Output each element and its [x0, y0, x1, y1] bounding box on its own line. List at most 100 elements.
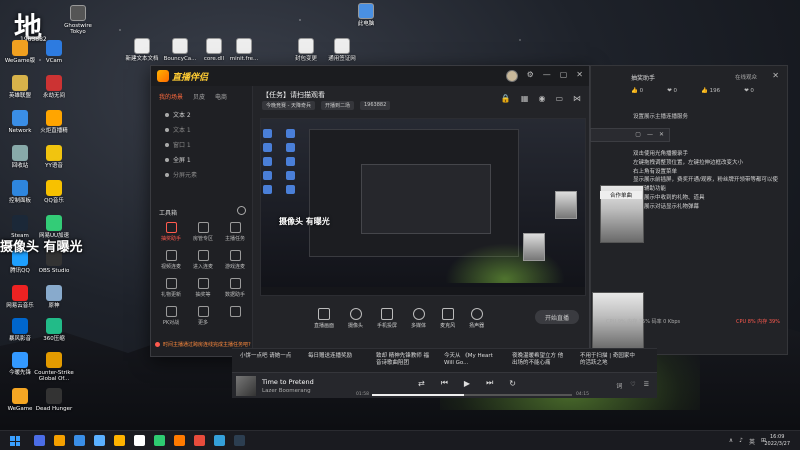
close-icon[interactable]: ✕	[659, 131, 664, 139]
shuffle-icon[interactable]: ⇄	[418, 379, 425, 388]
tool-item[interactable]: 进入连麦	[187, 250, 219, 270]
lock-icon[interactable]: 🔒	[501, 94, 511, 103]
progress-bar[interactable]	[372, 394, 572, 396]
tool-item[interactable]: 房管专区	[187, 222, 219, 242]
tab-2[interactable]: 电商	[215, 92, 227, 101]
settings-icon[interactable]: ⚙	[527, 70, 534, 82]
visibility-icon[interactable]	[165, 142, 169, 147]
maximize-icon[interactable]: ▢	[560, 70, 568, 82]
player-extra-icon[interactable]: 词	[616, 381, 622, 390]
scene-item[interactable]: 分屏元素	[151, 167, 252, 182]
scene-item[interactable]: 窗口 1	[151, 137, 252, 152]
desktop-icon[interactable]: Dead Hunger	[34, 388, 74, 412]
minimize-icon[interactable]: —	[543, 70, 551, 82]
next-icon[interactable]: ⏭	[486, 378, 493, 388]
desktop-icon[interactable]: YY语音	[34, 145, 74, 169]
source-control[interactable]: 麦克风	[440, 308, 455, 329]
photo-caption: 合作单曲	[600, 191, 642, 199]
taskbar-app-icon[interactable]	[34, 435, 45, 446]
stream-main: 【任务】请扫描观看 今晚竞赛 - 天降奇兵 开播到二场 1963882 🔒 ▦ ◉ …	[254, 86, 589, 356]
avatar[interactable]	[505, 70, 518, 82]
taskbar-app-icon[interactable]	[74, 435, 85, 446]
taskbar-app-icon[interactable]	[234, 435, 245, 446]
minimize-icon[interactable]: —	[647, 131, 653, 139]
taskbar-app-icon[interactable]	[94, 435, 105, 446]
source-control[interactable]: 多媒体	[411, 308, 426, 329]
desktop-icon[interactable]: 封包变更	[286, 38, 326, 62]
player-extra-icon[interactable]: ☰	[644, 381, 649, 390]
repeat-icon[interactable]: ↻	[509, 379, 516, 388]
desktop-icon[interactable]: 永劫无间	[34, 75, 74, 99]
source-control[interactable]: 手机投屏	[377, 308, 397, 329]
close-icon[interactable]: ✕	[772, 71, 779, 80]
stream-preview[interactable]: 摄像头 有曝光	[260, 118, 586, 296]
tray-icon[interactable]: ∧	[729, 437, 733, 446]
tab-1[interactable]: 贝皮	[193, 92, 205, 101]
source-control[interactable]: 扬声器	[469, 308, 484, 329]
visibility-icon[interactable]	[165, 112, 169, 117]
control-label: 多媒体	[411, 323, 427, 329]
scene-item[interactable]: 文本 2	[151, 107, 252, 122]
room-title[interactable]: 【任务】请扫描观看	[262, 90, 325, 100]
visibility-icon[interactable]	[165, 172, 169, 177]
taskbar-app-icon[interactable]	[194, 435, 205, 446]
tab-0[interactable]: 我的场景	[159, 92, 183, 101]
desktop-icon[interactable]: Counter-Strike Global Of...	[34, 352, 74, 383]
tool-item[interactable]: 数据助手	[219, 278, 251, 298]
tool-item[interactable]: 抽奖等	[187, 278, 219, 298]
sidebar-notice[interactable]: 时间主播通过跨房连线完成主播任务吧?	[155, 341, 251, 348]
visibility-icon[interactable]	[165, 127, 169, 132]
play-icon[interactable]: ▶	[464, 379, 470, 388]
tool-item[interactable]: 游戏连麦	[219, 250, 251, 270]
streaming-app-window[interactable]: 直播伴侣 ⚙ — ▢ ✕ 我的场景 贝皮 电商 文本 2 文本 1 窗口 1 全屏 1 分屏…	[150, 65, 590, 357]
scene-item[interactable]: 全屏 1	[151, 152, 252, 167]
restore-icon[interactable]: ▢	[635, 131, 641, 139]
tool-label: 更多	[197, 320, 208, 326]
taskbar-app-icon[interactable]	[154, 435, 165, 446]
app-titlebar[interactable]: 直播伴侣 ⚙ — ▢ ✕	[151, 66, 589, 86]
close-icon[interactable]: ✕	[576, 70, 583, 82]
taskbar-app-icon[interactable]	[174, 435, 185, 446]
start-live-button[interactable]: 开始直播	[535, 310, 579, 324]
tool-item[interactable]: 更多	[187, 306, 219, 326]
start-button[interactable]	[10, 436, 20, 446]
taskbar-app-icon[interactable]	[214, 435, 225, 446]
taskbar-app-icon[interactable]	[114, 435, 125, 446]
desktop-icon[interactable]: QQ音乐	[34, 180, 74, 204]
album-cover	[236, 376, 256, 396]
layout-icon[interactable]: ▭	[555, 94, 563, 103]
desktop-icon[interactable]: VCam	[34, 40, 74, 64]
tool-item[interactable]: 礼物更新	[155, 278, 187, 298]
visibility-icon[interactable]	[165, 157, 169, 162]
tool-item[interactable]: 视频连麦	[155, 250, 187, 270]
tray-icon[interactable]: ♪	[739, 437, 743, 446]
tool-item[interactable]: 主播任务	[219, 222, 251, 242]
desktop-icon[interactable]: minit.fre...	[224, 38, 264, 62]
toolbox-collapse-icon[interactable]	[237, 206, 246, 215]
scene-item[interactable]: 文本 1	[151, 122, 252, 137]
desktop-icon[interactable]: 360压缩	[34, 318, 74, 342]
desktop-icon[interactable]: 此电脑	[346, 3, 386, 27]
desktop-icon[interactable]: 火炬直播精	[34, 110, 74, 134]
taskbar-app-icon[interactable]	[54, 435, 65, 446]
desktop-icon[interactable]: 原神	[34, 285, 74, 309]
tool-item[interactable]: 抽奖助手	[155, 222, 187, 242]
tray-icon[interactable]: 英	[749, 437, 755, 446]
camera-icon[interactable]: ◉	[538, 94, 545, 103]
previous-icon[interactable]: ⏮	[441, 378, 448, 388]
taskbar-app-icon[interactable]	[134, 435, 145, 446]
desktop-icon[interactable]: Ghostwire Tokyo	[58, 5, 98, 36]
source-control[interactable]: 摄像头	[348, 308, 363, 329]
tool-item[interactable]: PK对战	[155, 306, 187, 326]
source-control[interactable]: 直播画面	[314, 308, 334, 329]
scene-label: 分屏元素	[173, 172, 198, 179]
player-extra-icon[interactable]: ♡	[630, 381, 635, 390]
grid-icon[interactable]: ▦	[521, 94, 529, 103]
desktop-icon[interactable]: 新建文本文档	[122, 38, 162, 62]
room-toolbar: 🔒 ▦ ◉ ▭ ⋈	[501, 94, 581, 103]
share-icon[interactable]: ⋈	[573, 94, 581, 103]
tip-line: 右上角有设置菜单	[633, 168, 678, 175]
clock[interactable]: 16:09 2022/3/27	[764, 434, 790, 448]
tool-item[interactable]	[219, 306, 251, 326]
desktop-icon[interactable]: 通用签证网	[322, 38, 362, 62]
